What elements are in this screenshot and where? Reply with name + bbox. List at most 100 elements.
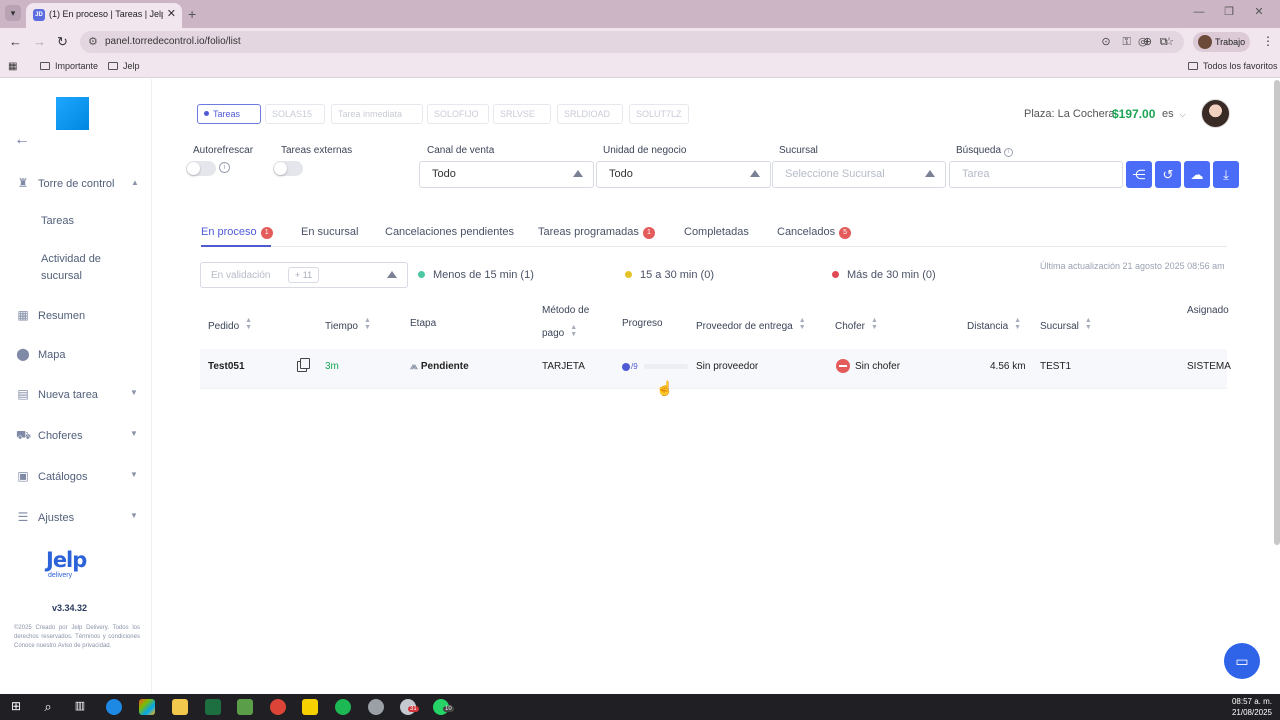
profile-button[interactable]: Trabajo — [1193, 32, 1250, 52]
edge-icon[interactable] — [106, 699, 122, 715]
bookmark-all[interactable]: Todos los favoritos — [1188, 61, 1278, 71]
brand-logo[interactable] — [56, 97, 89, 130]
user-avatar[interactable] — [1201, 99, 1230, 128]
col-sucursal[interactable]: Sucursal▲ ▼ — [1040, 317, 1092, 332]
sales-channel-select[interactable]: Todo — [419, 161, 594, 188]
col-proveedor[interactable]: Proveedor de entrega▲ ▼ — [696, 317, 806, 332]
sidebar-item-actividad[interactable]: Actividad de sucursal — [41, 251, 116, 285]
windows-start-icon[interactable]: ⊞ — [8, 699, 24, 715]
chat-support-button[interactable]: ▭ — [1224, 643, 1260, 679]
bookmark-jelp[interactable]: Jelp — [108, 61, 140, 71]
sidebar-item-nueva-tarea[interactable]: ▤ Nueva tarea — [16, 387, 98, 401]
copilot-icon[interactable] — [139, 699, 155, 715]
branch-select[interactable]: Seleccione Sucursal — [772, 161, 946, 188]
tab-en-sucursal[interactable]: En sucursal — [301, 226, 358, 238]
back-arrow-icon[interactable]: ← — [14, 131, 30, 149]
sticky-notes-icon[interactable] — [302, 699, 318, 715]
search-input[interactable]: Tarea — [949, 161, 1123, 188]
chip[interactable]: SOLAS15 — [265, 104, 325, 124]
chip[interactable]: Tarea inmediata — [331, 104, 423, 124]
col-pedido[interactable]: Pedido▲ ▼ — [208, 317, 252, 332]
info-icon[interactable]: i — [219, 162, 230, 173]
cell-pedido[interactable]: Test051 — [208, 361, 245, 372]
sidebar-item-catalogos[interactable]: ▣ Catálogos — [16, 469, 87, 483]
location-icon[interactable]: ⊙ — [1101, 36, 1110, 48]
green-dot-icon — [418, 271, 425, 278]
task-view-icon[interactable]: ▥ — [72, 699, 88, 715]
store-icon[interactable] — [237, 699, 253, 715]
col-tiempo[interactable]: Tiempo▲ ▼ — [325, 317, 371, 332]
business-unit-select[interactable]: Todo — [596, 161, 771, 188]
sidebar-item-ajustes[interactable]: ☰ Ajustes — [16, 510, 74, 524]
autorefresh-toggle[interactable] — [186, 161, 216, 176]
tab-search-icon[interactable]: ▾ — [5, 5, 21, 21]
copy-icon[interactable] — [297, 358, 310, 372]
col-metodo-pago[interactable]: Método de pago▲ ▼ — [542, 305, 589, 339]
share-icon: ⋲ — [1132, 167, 1146, 182]
address-bar[interactable]: ⚙ panel.torredecontrol.io/folio/list ⊙ ⚿ ⊕… — [80, 31, 1184, 53]
validation-select[interactable]: En validación + 11 — [200, 262, 408, 288]
tab-cancelados[interactable]: Cancelados 5 — [777, 226, 852, 239]
close-window-icon[interactable]: ✕ — [1244, 5, 1274, 18]
chrome-icon[interactable] — [270, 699, 286, 715]
spotify-icon[interactable] — [335, 699, 351, 715]
sidebar-item-resumen[interactable]: ▦ Resumen — [16, 308, 85, 322]
back-icon[interactable]: ← — [9, 34, 22, 49]
profile-label: Trabajo — [1215, 37, 1246, 47]
file-explorer-icon[interactable] — [172, 699, 188, 715]
chip[interactable]: SOLUT7LZ — [629, 104, 689, 124]
external-tasks-toggle[interactable] — [273, 161, 303, 176]
sliders-icon: ☰ — [17, 510, 29, 524]
sidebar-item-torre-de-control[interactable]: ♜ Torre de control — [16, 176, 115, 190]
chevron-down-icon[interactable]: ▼ — [130, 511, 138, 520]
sidebar-item-tareas[interactable]: Tareas — [41, 213, 74, 230]
chevron-up-icon[interactable]: ▲ — [131, 178, 139, 187]
sidebar-item-mapa[interactable]: ⬤ Mapa — [16, 347, 65, 361]
chevron-down-icon[interactable]: ▼ — [130, 429, 138, 438]
chip[interactable]: SRLVSE — [493, 104, 551, 124]
chevron-down-icon[interactable]: ▼ — [130, 470, 138, 479]
tab-completadas[interactable]: Completadas — [684, 226, 749, 238]
search-icon[interactable]: ⌕ — [40, 699, 56, 715]
language-select[interactable]: es ⌵ — [1162, 108, 1186, 120]
download-button[interactable]: ⤓ — [1213, 161, 1239, 188]
page-scrollbar[interactable] — [1274, 80, 1280, 545]
caret-up-icon — [573, 170, 583, 177]
tab-cancelaciones-pendientes[interactable]: Cancelaciones pendientes — [385, 226, 514, 238]
extension-icon[interactable]: ◎ — [1138, 36, 1148, 48]
cell-tiempo: 3m — [325, 361, 339, 372]
col-chofer[interactable]: Chofer▲ ▼ — [835, 317, 878, 332]
chevron-down-icon[interactable]: ▼ — [130, 388, 138, 397]
reload-icon[interactable]: ↻ — [57, 34, 68, 50]
system-clock[interactable]: 08:57 a. m. 21/08/2025 — [1232, 696, 1272, 718]
tab-tareas-programadas[interactable]: Tareas programadas 1 — [538, 226, 655, 239]
new-tab-icon[interactable]: + — [188, 6, 196, 22]
upload-button[interactable]: ☁ — [1184, 161, 1210, 188]
col-distancia[interactable]: Distancia▲ ▼ — [967, 317, 1021, 332]
forward-icon[interactable]: → — [33, 34, 46, 49]
menu-icon[interactable]: ⋮ — [1262, 34, 1274, 48]
restore-icon[interactable]: ❐ — [1214, 5, 1244, 18]
chip[interactable]: SRLDIOAD — [557, 104, 623, 124]
sidebar-item-choferes[interactable]: ⛟ Choferes — [16, 428, 83, 444]
app-icon[interactable] — [368, 699, 384, 715]
apps-icon[interactable]: ▦ — [8, 61, 17, 72]
notification-badge: 31 — [408, 706, 419, 712]
legend-fast: Menos de 15 min (1) — [418, 269, 534, 281]
site-info-icon[interactable]: ⚙ — [88, 35, 98, 48]
tab-en-proceso[interactable]: En proceso 1 — [201, 226, 273, 239]
sort-icon: ▲ ▼ — [570, 324, 578, 338]
tower-icon: ♜ — [17, 176, 29, 190]
minimize-icon[interactable]: — — [1184, 6, 1214, 18]
chip-tareas[interactable]: Tareas — [197, 104, 261, 124]
close-tab-icon[interactable]: ✕ — [167, 7, 176, 20]
refresh-button[interactable]: ↺ — [1155, 161, 1181, 188]
excel-icon[interactable] — [205, 699, 221, 715]
key-icon[interactable]: ⚿ — [1123, 36, 1131, 48]
share-button[interactable]: ⋲ — [1126, 161, 1152, 188]
bookmark-importante[interactable]: Importante — [40, 61, 98, 71]
chip[interactable]: SOLOFIJO — [427, 104, 489, 124]
cell-chofer[interactable]: Sin chofer — [855, 361, 900, 372]
puzzle-icon[interactable]: ⧉ — [1160, 36, 1168, 48]
browser-tab[interactable]: JD (1) En proceso | Tareas | Jelp De ✕ — [26, 3, 182, 28]
